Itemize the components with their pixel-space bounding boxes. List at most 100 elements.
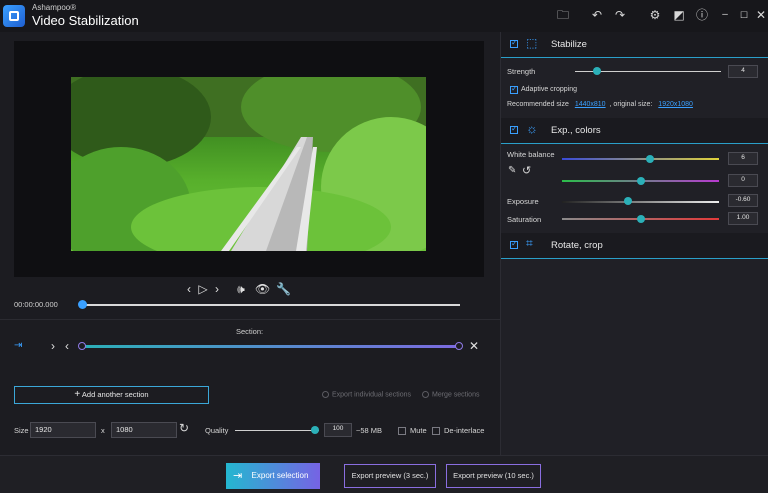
colors-title: Exp., colors [551, 125, 601, 136]
exposure-label: Exposure [507, 197, 539, 206]
crop-icon: ⌗ [526, 236, 533, 250]
height-input[interactable]: 1080 [111, 422, 177, 438]
stabilize-checkbox[interactable] [510, 38, 518, 48]
wb-tint-value[interactable]: 0 [728, 174, 758, 187]
exposure-track[interactable] [562, 201, 719, 203]
wrench-icon[interactable]: 🔧 [276, 282, 291, 296]
adaptive-cropping-label: Adaptive cropping [521, 86, 578, 93]
wb-temperature-track[interactable] [562, 158, 719, 160]
section-prev-icon[interactable]: ‹ [60, 339, 74, 353]
undo-icon[interactable]: ↶ [590, 8, 604, 22]
width-input[interactable]: 1920 [30, 422, 96, 438]
minimize-icon[interactable]: – [718, 8, 732, 22]
reset-size-icon[interactable]: ↻ [179, 421, 189, 435]
video-frame [71, 77, 426, 251]
remove-section-icon[interactable]: ✕ [467, 339, 481, 353]
size-estimate: ~58 MB [356, 426, 383, 435]
export-preview-10-button[interactable]: Export preview (10 sec.) [446, 464, 541, 488]
quality-slider-handle[interactable] [310, 426, 319, 434]
wb-temperature-handle[interactable] [645, 155, 654, 163]
adaptive-cropping-checkbox[interactable] [510, 84, 518, 94]
prev-frame-icon[interactable]: ‹ [182, 282, 196, 296]
settings-icon[interactable]: ⚙ [648, 8, 662, 22]
app-vendor: Ashampoo® [32, 3, 77, 12]
quality-track[interactable] [235, 430, 319, 431]
stabilize-title: Stabilize [551, 39, 587, 50]
export-individual-label: Export individual sections [332, 391, 411, 399]
app-title: Video Stabilization [32, 13, 139, 28]
strength-label: Strength [507, 67, 536, 76]
info-icon[interactable]: ⓘ [695, 8, 709, 22]
section-range[interactable] [82, 345, 460, 348]
mute-label: Mute [410, 426, 427, 435]
colors-checkbox[interactable] [510, 124, 518, 134]
stabilize-icon: ⬚ [526, 36, 538, 50]
original-size-label: , original size: [609, 101, 653, 108]
strength-slider-handle[interactable] [592, 67, 601, 75]
saturation-value[interactable]: 1.00 [728, 212, 758, 225]
volume-icon[interactable]: 🕪 [234, 282, 248, 296]
deinterlace-checkbox[interactable] [432, 427, 440, 435]
redo-icon[interactable]: ↷ [613, 8, 627, 22]
section-next-icon[interactable]: › [46, 339, 60, 353]
saturation-label: Saturation [507, 215, 542, 224]
wb-temperature-value[interactable]: 6 [728, 152, 758, 165]
wb-tint-handle[interactable] [636, 177, 645, 185]
strength-value[interactable]: 4 [728, 65, 758, 78]
section-export-icon[interactable]: ⇥ [14, 340, 22, 351]
section-end-handle[interactable] [455, 342, 463, 350]
add-section-button[interactable]: + Add another section [14, 386, 209, 404]
eyedropper-icon[interactable]: ✎ [508, 165, 516, 176]
play-icon[interactable]: ▷ [196, 282, 210, 296]
section-label: Section: [236, 327, 264, 336]
colors-header[interactable] [501, 118, 768, 143]
merge-sections-option[interactable]: Merge sections [422, 391, 479, 398]
exposure-handle[interactable] [623, 197, 632, 205]
export-selection-button[interactable]: ⇥ Export selection [226, 463, 320, 489]
sun-icon: ☼ [526, 121, 538, 136]
close-icon[interactable]: ✕ [754, 8, 768, 22]
rotate-title: Rotate, crop [551, 240, 603, 251]
compare-icon[interactable]: ◩ [672, 8, 686, 22]
reset-wb-icon[interactable]: ↺ [522, 164, 531, 177]
radio-icon [322, 391, 329, 398]
rotate-accent [501, 258, 768, 259]
timecode: 00:00:00.000 [14, 300, 58, 309]
add-section-label: Add another section [81, 390, 149, 399]
plus-icon: + [74, 389, 81, 400]
section-start-handle[interactable] [78, 342, 86, 350]
maximize-icon[interactable]: ☐ [737, 8, 751, 22]
timeline-playhead[interactable] [77, 300, 87, 309]
export-individual-option[interactable]: Export individual sections [322, 391, 411, 398]
quality-label: Quality [205, 426, 229, 435]
next-frame-icon[interactable]: › [210, 282, 224, 296]
export-icon: ⇥ [233, 470, 243, 482]
eye-icon[interactable]: 👁 [255, 282, 270, 296]
size-label: Size [14, 426, 29, 435]
exposure-value[interactable]: -0.60 [728, 194, 758, 207]
original-size-link[interactable]: 1920x1080 [658, 101, 693, 108]
quality-value[interactable]: 100 [324, 423, 352, 437]
recommended-size-link[interactable]: 1440x810 [575, 101, 606, 108]
timeline-track[interactable] [82, 304, 460, 306]
deinterlace-label: De-interlace [444, 426, 485, 435]
stabilize-accent [501, 57, 768, 58]
rotate-header[interactable] [501, 233, 768, 258]
recommended-label: Recommended size [507, 101, 569, 108]
export-preview-3-button[interactable]: Export preview (3 sec.) [344, 464, 436, 488]
merge-sections-label: Merge sections [432, 391, 480, 399]
size-info-row: Recommended size 1440x810 , original siz… [507, 101, 693, 108]
stabilize-header[interactable] [501, 32, 768, 57]
app-logo-icon [3, 5, 25, 27]
folder-icon[interactable]: 🗀 [556, 8, 570, 22]
saturation-handle[interactable] [636, 215, 645, 223]
mute-checkbox[interactable] [398, 427, 406, 435]
white-balance-label: White balance [507, 150, 555, 159]
video-image [71, 77, 426, 251]
rotate-checkbox[interactable] [510, 239, 518, 249]
export-selection-label: Export selection [251, 471, 309, 480]
radio-icon [422, 391, 429, 398]
colors-accent [501, 143, 768, 144]
size-separator: x [101, 426, 105, 435]
divider [0, 319, 500, 320]
